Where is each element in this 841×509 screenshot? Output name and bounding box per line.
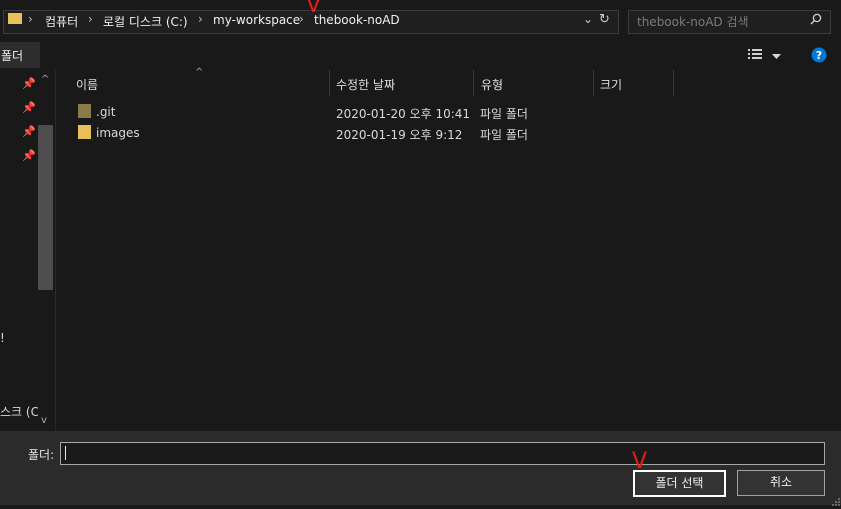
help-icon[interactable]: ? <box>811 47 827 66</box>
select-folder-button[interactable]: 폴더 선택 <box>633 470 726 497</box>
file-modified: 2020-01-20 오후 10:41 <box>336 107 471 121</box>
breadcrumb-local-disk[interactable]: 로컬 디스크 (C:) <box>103 13 188 30</box>
text-cursor <box>65 446 66 460</box>
folder-name-field[interactable] <box>60 442 825 465</box>
pane-divider[interactable] <box>55 70 56 431</box>
folder-icon <box>8 13 22 24</box>
column-header-name[interactable]: 이름 <box>76 76 98 93</box>
breadcrumb-current-folder[interactable]: thebook-noAD <box>314 13 400 27</box>
nav-item-partial[interactable]: ! <box>0 331 5 345</box>
resize-grip-icon[interactable] <box>831 495 840 509</box>
annotation-check-mark: V <box>632 449 648 474</box>
toolbar <box>0 40 841 70</box>
file-type: 파일 폴더 <box>480 128 528 142</box>
annotation-check-mark: V <box>306 0 322 18</box>
column-header-modified[interactable]: 수정한 날짜 <box>336 76 395 93</box>
scroll-up-icon[interactable]: ^ <box>41 74 49 85</box>
column-divider[interactable] <box>593 70 594 96</box>
column-divider[interactable] <box>673 70 674 96</box>
column-divider[interactable] <box>473 70 474 96</box>
file-name: images <box>96 126 140 140</box>
search-icon[interactable] <box>810 13 822 28</box>
breadcrumb-my-workspace[interactable]: my-workspace <box>213 13 300 27</box>
nav-scrollbar-thumb[interactable] <box>38 125 53 290</box>
view-options-icon[interactable] <box>748 48 764 63</box>
scroll-down-icon[interactable]: v <box>41 415 47 426</box>
file-type: 파일 폴더 <box>480 107 528 121</box>
breadcrumb-separator: › <box>198 12 203 26</box>
column-header-size[interactable]: 크기 <box>600 76 622 93</box>
address-dropdown-icon[interactable]: ⌄ <box>583 12 593 26</box>
breadcrumb-computer[interactable]: 컴퓨터 <box>45 13 78 30</box>
refresh-icon[interactable]: ↻ <box>599 12 610 27</box>
pin-icon: 📌 <box>22 125 36 138</box>
breadcrumb-separator: › <box>88 12 93 26</box>
breadcrumb-separator: › <box>28 12 33 26</box>
column-divider[interactable] <box>329 70 330 96</box>
sort-ascending-icon: ^ <box>195 67 204 78</box>
folder-icon <box>78 104 91 118</box>
breadcrumb-separator: › <box>299 12 304 26</box>
folder-field-label: 폴더: <box>28 448 55 462</box>
pin-icon: 📌 <box>22 77 36 90</box>
search-placeholder: thebook-noAD 검색 <box>637 15 749 29</box>
file-row[interactable]: .git 2020-01-20 오후 10:41 파일 폴더 <box>57 102 841 122</box>
column-header-type[interactable]: 유형 <box>481 76 503 93</box>
file-row[interactable]: images 2020-01-19 오후 9:12 파일 폴더 <box>57 123 841 143</box>
nav-item-local-disk[interactable]: 스크 (C:) <box>0 403 38 420</box>
cancel-button[interactable]: 취소 <box>737 470 825 496</box>
file-modified: 2020-01-19 오후 9:12 <box>336 128 463 142</box>
new-folder-button[interactable]: 폴더 <box>0 42 40 68</box>
file-name: .git <box>96 105 116 119</box>
pin-icon: 📌 <box>22 101 36 114</box>
folder-icon <box>78 125 91 139</box>
svg-text:?: ? <box>816 49 822 62</box>
pin-icon: 📌 <box>22 149 36 162</box>
new-folder-label: 폴더 <box>1 49 24 63</box>
view-dropdown-icon[interactable] <box>772 49 781 63</box>
